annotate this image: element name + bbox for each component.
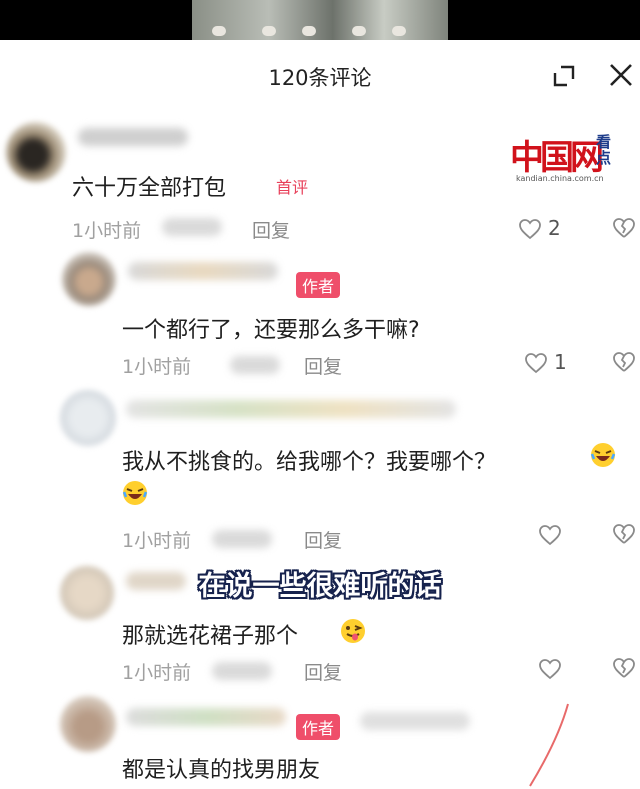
broken-heart-icon[interactable] bbox=[612, 656, 636, 680]
comments-header: 120条评论 bbox=[0, 40, 640, 110]
china-net-watermark: 中国网 看点 kandian.china.com.cn bbox=[504, 130, 632, 190]
heart-icon[interactable] bbox=[524, 352, 548, 374]
watermark-logo: 中国网 bbox=[510, 138, 604, 178]
comment-time: 1小时前 bbox=[72, 220, 142, 242]
avatar[interactable] bbox=[60, 566, 114, 620]
reply-button[interactable]: 回复 bbox=[304, 526, 342, 553]
comment-text: 六十万全部打包 bbox=[72, 176, 227, 201]
broken-heart-icon[interactable] bbox=[612, 350, 636, 374]
avatar[interactable] bbox=[6, 122, 66, 182]
username-blurred[interactable] bbox=[128, 262, 278, 280]
laughing-emoji-icon bbox=[122, 481, 148, 505]
like-count: 2 bbox=[548, 216, 561, 240]
author-badge: 作者 bbox=[296, 272, 341, 298]
close-icon[interactable] bbox=[608, 62, 634, 88]
reply-button[interactable]: 回复 bbox=[304, 658, 342, 685]
heart-icon[interactable] bbox=[518, 218, 542, 240]
comment-text: 都是认真的找男朋友 bbox=[122, 758, 321, 783]
avatar[interactable] bbox=[60, 696, 116, 752]
broken-heart-icon[interactable] bbox=[612, 216, 636, 240]
expand-icon[interactable] bbox=[552, 64, 576, 88]
username-blurred[interactable] bbox=[126, 572, 186, 590]
location-blurred bbox=[212, 662, 272, 680]
reply-button[interactable]: 回复 bbox=[304, 352, 342, 379]
pen-mark-decoration bbox=[529, 703, 569, 787]
avatar[interactable] bbox=[60, 390, 116, 446]
comment-text: 我从不挑食的。给我哪个？我要哪个？ bbox=[122, 450, 497, 475]
location-blurred bbox=[162, 218, 222, 236]
comment-text: 一个都行了，还要那么多干嘛? bbox=[122, 318, 420, 343]
comments-count-title: 120条评论 bbox=[268, 66, 372, 90]
comment-time: 1小时前 bbox=[122, 356, 192, 378]
laughing-emoji-icon bbox=[590, 443, 616, 467]
username-blurred[interactable] bbox=[126, 400, 456, 418]
extra-blurred bbox=[360, 712, 470, 730]
comment-time: 1小时前 bbox=[122, 662, 192, 684]
author-badge: 作者 bbox=[296, 714, 341, 740]
winking-tongue-emoji-icon bbox=[341, 619, 365, 643]
username-blurred[interactable] bbox=[126, 708, 286, 726]
location-blurred bbox=[212, 530, 272, 548]
watermark-corner: 看点 bbox=[596, 133, 612, 167]
comment-text: 那就选花裙子那个 bbox=[122, 624, 299, 649]
heart-icon[interactable] bbox=[538, 524, 562, 546]
username-blurred[interactable] bbox=[78, 128, 188, 146]
avatar[interactable] bbox=[62, 252, 116, 306]
comment-time: 1小时前 bbox=[122, 530, 192, 552]
video-preview-strip[interactable] bbox=[0, 0, 640, 40]
like-count: 1 bbox=[554, 350, 567, 374]
location-blurred bbox=[230, 356, 280, 374]
heart-icon[interactable] bbox=[538, 658, 562, 680]
watermark-site: kandian.china.com.cn bbox=[516, 174, 604, 183]
video-thumbnail bbox=[192, 0, 448, 40]
reply-button[interactable]: 回复 bbox=[252, 216, 290, 243]
broken-heart-icon[interactable] bbox=[612, 522, 636, 546]
first-comment-badge: 首评 bbox=[276, 178, 309, 197]
